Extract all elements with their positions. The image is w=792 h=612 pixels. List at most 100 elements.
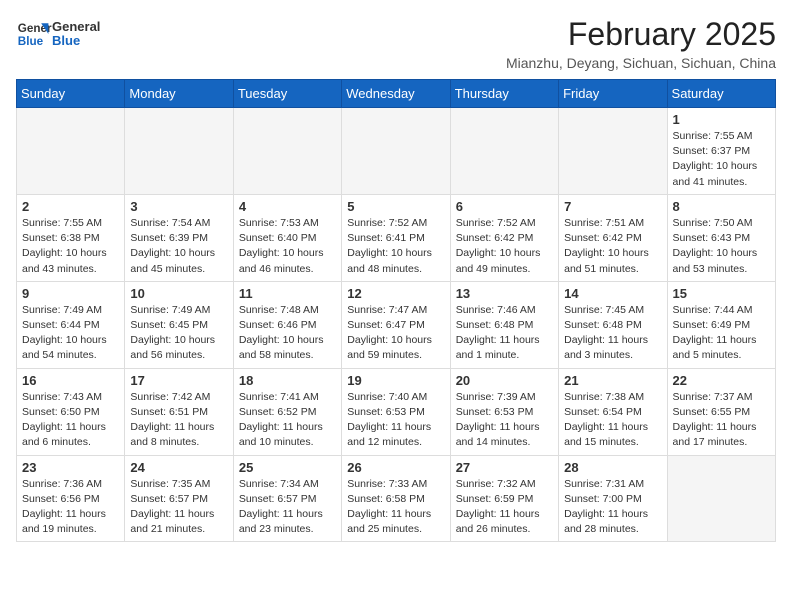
day-cell: 1 Sunrise: 7:55 AM Sunset: 6:37 PM Daylig…	[667, 108, 775, 195]
logo-text-blue: Blue	[52, 34, 100, 48]
weekday-header-thursday: Thursday	[450, 80, 558, 108]
day-cell	[450, 108, 558, 195]
day-cell: 9 Sunrise: 7:49 AM Sunset: 6:44 PM Daylig…	[17, 281, 125, 368]
day-cell	[17, 108, 125, 195]
day-cell	[559, 108, 667, 195]
day-number: 5	[347, 199, 444, 214]
week-row-2: 9 Sunrise: 7:49 AM Sunset: 6:44 PM Daylig…	[17, 281, 776, 368]
day-info: Sunrise: 7:38 AM Sunset: 6:54 PM Dayligh…	[564, 390, 661, 451]
day-info: Sunrise: 7:52 AM Sunset: 6:42 PM Dayligh…	[456, 216, 553, 277]
day-info: Sunrise: 7:44 AM Sunset: 6:49 PM Dayligh…	[673, 303, 770, 364]
day-info: Sunrise: 7:55 AM Sunset: 6:38 PM Dayligh…	[22, 216, 119, 277]
day-number: 1	[673, 112, 770, 127]
day-cell: 4 Sunrise: 7:53 AM Sunset: 6:40 PM Daylig…	[233, 194, 341, 281]
day-cell: 19 Sunrise: 7:40 AM Sunset: 6:53 PM Dayli…	[342, 368, 450, 455]
day-number: 25	[239, 460, 336, 475]
day-number: 18	[239, 373, 336, 388]
day-info: Sunrise: 7:39 AM Sunset: 6:53 PM Dayligh…	[456, 390, 553, 451]
week-row-0: 1 Sunrise: 7:55 AM Sunset: 6:37 PM Daylig…	[17, 108, 776, 195]
weekday-header-row: SundayMondayTuesdayWednesdayThursdayFrid…	[17, 80, 776, 108]
day-info: Sunrise: 7:37 AM Sunset: 6:55 PM Dayligh…	[673, 390, 770, 451]
weekday-header-sunday: Sunday	[17, 80, 125, 108]
day-number: 16	[22, 373, 119, 388]
day-number: 2	[22, 199, 119, 214]
logo: General Blue General Blue	[16, 16, 100, 52]
day-cell	[342, 108, 450, 195]
day-cell: 7 Sunrise: 7:51 AM Sunset: 6:42 PM Daylig…	[559, 194, 667, 281]
day-info: Sunrise: 7:50 AM Sunset: 6:43 PM Dayligh…	[673, 216, 770, 277]
day-cell: 3 Sunrise: 7:54 AM Sunset: 6:39 PM Daylig…	[125, 194, 233, 281]
day-info: Sunrise: 7:55 AM Sunset: 6:37 PM Dayligh…	[673, 129, 770, 190]
month-title: February 2025	[506, 16, 776, 53]
day-number: 26	[347, 460, 444, 475]
day-number: 4	[239, 199, 336, 214]
day-info: Sunrise: 7:54 AM Sunset: 6:39 PM Dayligh…	[130, 216, 227, 277]
day-cell: 12Sunrise: 7:47 AM Sunset: 6:47 PM Dayli…	[342, 281, 450, 368]
day-info: Sunrise: 7:49 AM Sunset: 6:44 PM Dayligh…	[22, 303, 119, 364]
day-cell: 17 Sunrise: 7:42 AM Sunset: 6:51 PM Dayli…	[125, 368, 233, 455]
day-info: Sunrise: 7:34 AM Sunset: 6:57 PM Dayligh…	[239, 477, 336, 538]
day-number: 24	[130, 460, 227, 475]
location-title: Mianzhu, Deyang, Sichuan, Sichuan, China	[506, 55, 776, 71]
day-cell: 21 Sunrise: 7:38 AM Sunset: 6:54 PM Dayli…	[559, 368, 667, 455]
day-number: 21	[564, 373, 661, 388]
day-info: Sunrise: 7:47 AM Sunset: 6:47 PM Dayligh…	[347, 303, 444, 364]
header: General Blue General Blue February 2025 …	[16, 16, 776, 71]
day-info: Sunrise: 7:51 AM Sunset: 6:42 PM Dayligh…	[564, 216, 661, 277]
day-number: 9	[22, 286, 119, 301]
week-row-1: 2 Sunrise: 7:55 AM Sunset: 6:38 PM Daylig…	[17, 194, 776, 281]
day-cell	[667, 455, 775, 542]
day-cell	[233, 108, 341, 195]
day-cell: 25 Sunrise: 7:34 AM Sunset: 6:57 PM Dayli…	[233, 455, 341, 542]
weekday-header-monday: Monday	[125, 80, 233, 108]
day-info: Sunrise: 7:42 AM Sunset: 6:51 PM Dayligh…	[130, 390, 227, 451]
day-info: Sunrise: 7:36 AM Sunset: 6:56 PM Dayligh…	[22, 477, 119, 538]
day-number: 22	[673, 373, 770, 388]
day-info: Sunrise: 7:35 AM Sunset: 6:57 PM Dayligh…	[130, 477, 227, 538]
weekday-header-wednesday: Wednesday	[342, 80, 450, 108]
day-number: 10	[130, 286, 227, 301]
day-cell: 8 Sunrise: 7:50 AM Sunset: 6:43 PM Daylig…	[667, 194, 775, 281]
logo-text-general: General	[52, 20, 100, 34]
week-row-4: 23 Sunrise: 7:36 AM Sunset: 6:56 PM Dayli…	[17, 455, 776, 542]
day-number: 11	[239, 286, 336, 301]
day-number: 8	[673, 199, 770, 214]
day-info: Sunrise: 7:41 AM Sunset: 6:52 PM Dayligh…	[239, 390, 336, 451]
day-number: 6	[456, 199, 553, 214]
day-cell: 11Sunrise: 7:48 AM Sunset: 6:46 PM Dayli…	[233, 281, 341, 368]
day-number: 27	[456, 460, 553, 475]
day-cell: 13Sunrise: 7:46 AM Sunset: 6:48 PM Dayli…	[450, 281, 558, 368]
day-number: 17	[130, 373, 227, 388]
day-info: Sunrise: 7:40 AM Sunset: 6:53 PM Dayligh…	[347, 390, 444, 451]
day-info: Sunrise: 7:33 AM Sunset: 6:58 PM Dayligh…	[347, 477, 444, 538]
title-block: February 2025 Mianzhu, Deyang, Sichuan, …	[506, 16, 776, 71]
day-number: 28	[564, 460, 661, 475]
day-cell: 5 Sunrise: 7:52 AM Sunset: 6:41 PM Daylig…	[342, 194, 450, 281]
day-info: Sunrise: 7:53 AM Sunset: 6:40 PM Dayligh…	[239, 216, 336, 277]
day-number: 7	[564, 199, 661, 214]
day-info: Sunrise: 7:43 AM Sunset: 6:50 PM Dayligh…	[22, 390, 119, 451]
day-cell: 26 Sunrise: 7:33 AM Sunset: 6:58 PM Dayli…	[342, 455, 450, 542]
day-cell: 10 Sunrise: 7:49 AM Sunset: 6:45 PM Dayli…	[125, 281, 233, 368]
day-cell: 2 Sunrise: 7:55 AM Sunset: 6:38 PM Daylig…	[17, 194, 125, 281]
day-number: 23	[22, 460, 119, 475]
day-info: Sunrise: 7:45 AM Sunset: 6:48 PM Dayligh…	[564, 303, 661, 364]
day-info: Sunrise: 7:31 AM Sunset: 7:00 PM Dayligh…	[564, 477, 661, 538]
day-info: Sunrise: 7:32 AM Sunset: 6:59 PM Dayligh…	[456, 477, 553, 538]
day-number: 15	[673, 286, 770, 301]
weekday-header-friday: Friday	[559, 80, 667, 108]
day-cell: 15 Sunrise: 7:44 AM Sunset: 6:49 PM Dayli…	[667, 281, 775, 368]
day-number: 20	[456, 373, 553, 388]
day-cell: 24 Sunrise: 7:35 AM Sunset: 6:57 PM Dayli…	[125, 455, 233, 542]
day-cell	[125, 108, 233, 195]
day-cell: 28 Sunrise: 7:31 AM Sunset: 7:00 PM Dayli…	[559, 455, 667, 542]
day-info: Sunrise: 7:52 AM Sunset: 6:41 PM Dayligh…	[347, 216, 444, 277]
day-info: Sunrise: 7:46 AM Sunset: 6:48 PM Dayligh…	[456, 303, 553, 364]
day-info: Sunrise: 7:49 AM Sunset: 6:45 PM Dayligh…	[130, 303, 227, 364]
day-number: 14	[564, 286, 661, 301]
day-number: 19	[347, 373, 444, 388]
weekday-header-tuesday: Tuesday	[233, 80, 341, 108]
day-number: 3	[130, 199, 227, 214]
day-cell: 23 Sunrise: 7:36 AM Sunset: 6:56 PM Dayli…	[17, 455, 125, 542]
day-cell: 22 Sunrise: 7:37 AM Sunset: 6:55 PM Dayli…	[667, 368, 775, 455]
